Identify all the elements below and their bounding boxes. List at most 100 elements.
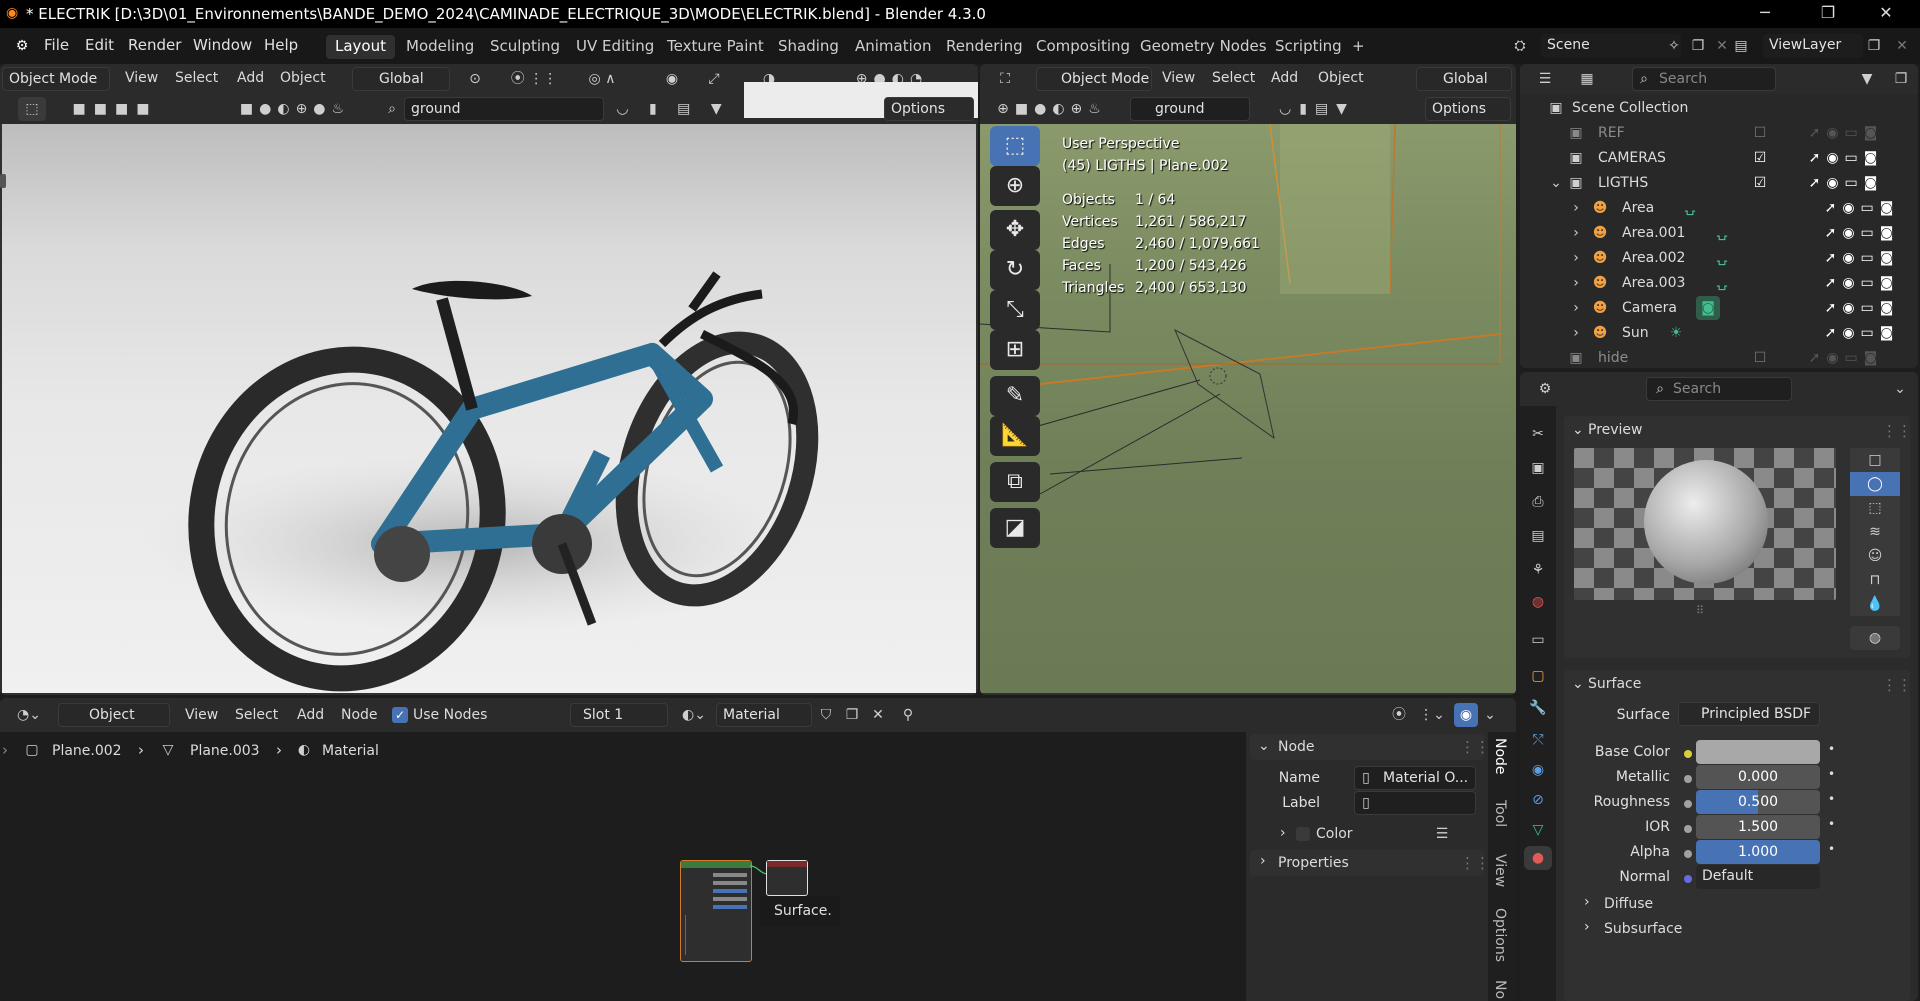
diffuse-subpanel[interactable]: Diffuse [1604,896,1653,912]
tool-tab-icon[interactable]: ✂ [1526,422,1550,446]
viewport-filter-icons-right[interactable]: ◡▮▤▼ [1252,97,1382,121]
view-layer-tab-icon[interactable]: ▤ [1526,524,1550,548]
snap-icon[interactable]: ⦿ ⋮⋮ [500,67,568,91]
scene-tab-icon[interactable]: ⚘ [1526,558,1550,582]
object-tab-icon[interactable]: ▢ [1526,664,1550,688]
preview-fluid-icon[interactable]: 💧 [1850,592,1900,616]
tool-annotate[interactable]: ✎ [990,376,1040,416]
menu-edit[interactable]: Edit [85,36,114,54]
light-data-icon[interactable]: ⍽ [1712,271,1732,295]
value-socket-icon[interactable] [1684,825,1692,833]
outliner-editor-icon[interactable]: ☰ [1528,67,1562,91]
tab-texture-paint[interactable]: Texture Paint [658,35,773,59]
unlink-material-icon[interactable]: ✕ [866,703,890,727]
preview-flat-icon[interactable]: □ [1850,448,1900,472]
snap-node-icon[interactable]: ⦿ [1384,703,1414,727]
tab-layout[interactable]: Layout [326,35,395,59]
output-tab-icon[interactable]: ⎙ [1526,490,1550,514]
chevron-right-icon[interactable]: › [1566,271,1586,295]
drag-handle-icon[interactable]: ⋮⋮ [1460,738,1490,756]
restriction-icons[interactable]: ➚◉▭◙ [1786,171,1906,195]
material-output-node[interactable] [766,860,808,896]
visibility-icon[interactable]: ◉ [652,67,692,91]
tab-uv-editing[interactable]: UV Editing [567,35,663,59]
light-data-icon[interactable]: ⍽ [1712,246,1732,270]
breadcrumb-material[interactable]: Material [322,743,379,759]
new-view-layer-icon[interactable]: ❐ [1862,34,1886,58]
render-tab-icon[interactable]: ▣ [1526,456,1550,480]
menu-select-right[interactable]: Select [1212,70,1255,86]
drag-handle-icon[interactable]: ⋮⋮ [1882,422,1912,440]
drag-handle-icon[interactable]: ⋮⋮ [1460,854,1490,872]
selection-mode-icons[interactable]: ■■■■ [56,97,174,121]
viewport-left-render[interactable] [2,124,976,693]
chevron-down-icon[interactable]: ⌄ [1258,738,1270,754]
proportional-edit-icon[interactable]: ◎ ∧ [572,67,632,91]
tab-rendering[interactable]: Rendering [937,35,1032,59]
close-button[interactable]: ✕ [1866,2,1906,26]
chevron-down-icon[interactable]: ⌄ [1546,171,1566,195]
principled-bsdf-node[interactable] [680,860,752,962]
alpha-field[interactable]: 1.000 [1696,840,1820,864]
material-name-field[interactable]: Material [716,703,812,727]
node-editor-type-icon[interactable]: ◔⌄ [8,703,50,727]
world-tab-icon[interactable]: ◍ [1526,590,1550,614]
outliner-row-hide[interactable]: ▣ hide ☐ ➚◉▭◙ [1520,346,1918,368]
outliner-row-scene-collection[interactable]: ▣ Scene Collection [1520,96,1918,120]
node-menu-select[interactable]: Select [235,707,278,723]
object-mode-dropdown[interactable]: Object Mode [2,67,110,91]
preview-resize-handle[interactable]: ⠿ [1696,604,1704,617]
chevron-right-icon[interactable]: › [1280,825,1286,841]
pin-icon[interactable]: ⚲ [896,703,920,727]
tool-measure[interactable]: 📐 [990,416,1040,456]
particles-tab-icon[interactable]: ⤲ [1526,728,1550,752]
tab-scripting[interactable]: Scripting [1266,35,1351,59]
tab-tool[interactable]: Tool [1492,800,1508,827]
menu-view[interactable]: View [125,70,158,86]
ior-field[interactable]: 1.500 [1696,815,1820,839]
tab-geometry-nodes[interactable]: Geometry Nodes [1131,35,1276,59]
material-tab-icon[interactable]: ● [1524,846,1552,870]
outliner-row-ligths[interactable]: ⌄ ▣ LIGTHS ☑ ➚◉▭◙ [1520,171,1918,195]
left-edge-handle[interactable] [0,174,6,188]
tool-add-cube[interactable]: ⧉ [990,462,1040,502]
preview-chevron-icon[interactable]: ⌄ [1572,422,1584,438]
collection-tab-icon[interactable]: ▭ [1526,628,1550,652]
pin-icon[interactable]: ✧ [1664,34,1684,58]
drag-handle-icon[interactable]: ⋮⋮ [1882,676,1912,694]
outliner-row-area-003[interactable]: › ☻ Area.003 ⍽ ➚◉▭◙ [1520,271,1918,295]
chevron-right-icon[interactable]: › [1584,919,1590,935]
minimize-button[interactable]: ─ [1745,2,1785,26]
properties-editor-icon[interactable]: ⚙ [1528,377,1562,401]
menu-view-right[interactable]: View [1162,70,1195,86]
data-tab-icon[interactable]: ▽ [1526,818,1550,842]
modifier-tab-icon[interactable]: 🔧 [1526,696,1550,720]
orientation-dropdown[interactable]: Global [352,67,450,91]
preview-cloth-icon[interactable]: ⊓ [1850,568,1900,592]
editor-type-icon[interactable]: ⛶ [988,67,1022,91]
chevron-right-icon[interactable]: › [1566,321,1586,345]
tab-node[interactable]: Node [1492,738,1508,775]
viewport-filter-icons[interactable]: ◡ ▮ ▤ ▼ [608,97,738,121]
checkbox-icon[interactable]: ☐ [1750,121,1770,145]
restriction-icons[interactable]: ➚◉▭◙ [1812,321,1912,345]
view-layer-icon[interactable]: ▤ [1724,34,1758,58]
camera-data-icon[interactable]: ◙ [1696,296,1720,320]
tool-cursor[interactable]: ⊕ [990,166,1040,206]
keyframe-dot-icon[interactable]: • [1828,842,1835,856]
menu-file[interactable]: File [44,36,69,54]
duplicate-material-icon[interactable]: ❐ [840,703,864,727]
node-editor-object-dropdown[interactable]: Object [58,703,170,727]
menu-object-right[interactable]: Object [1318,70,1364,86]
color-checkbox[interactable] [1296,827,1310,841]
tab-shading[interactable]: Shading [769,35,848,59]
chevron-right-icon[interactable]: › [2,741,8,759]
menu-add[interactable]: Add [237,70,264,86]
viewport-options-button-right[interactable]: Options [1425,97,1511,121]
normal-field[interactable]: Default [1696,865,1820,889]
use-nodes-checkbox[interactable]: ✓ [392,707,408,723]
menu-render[interactable]: Render [128,36,181,54]
preview-panel-title[interactable]: Preview [1588,422,1643,438]
menu-window[interactable]: Window [193,36,252,54]
preview-sphere-icon[interactable]: ◯ [1850,472,1900,496]
